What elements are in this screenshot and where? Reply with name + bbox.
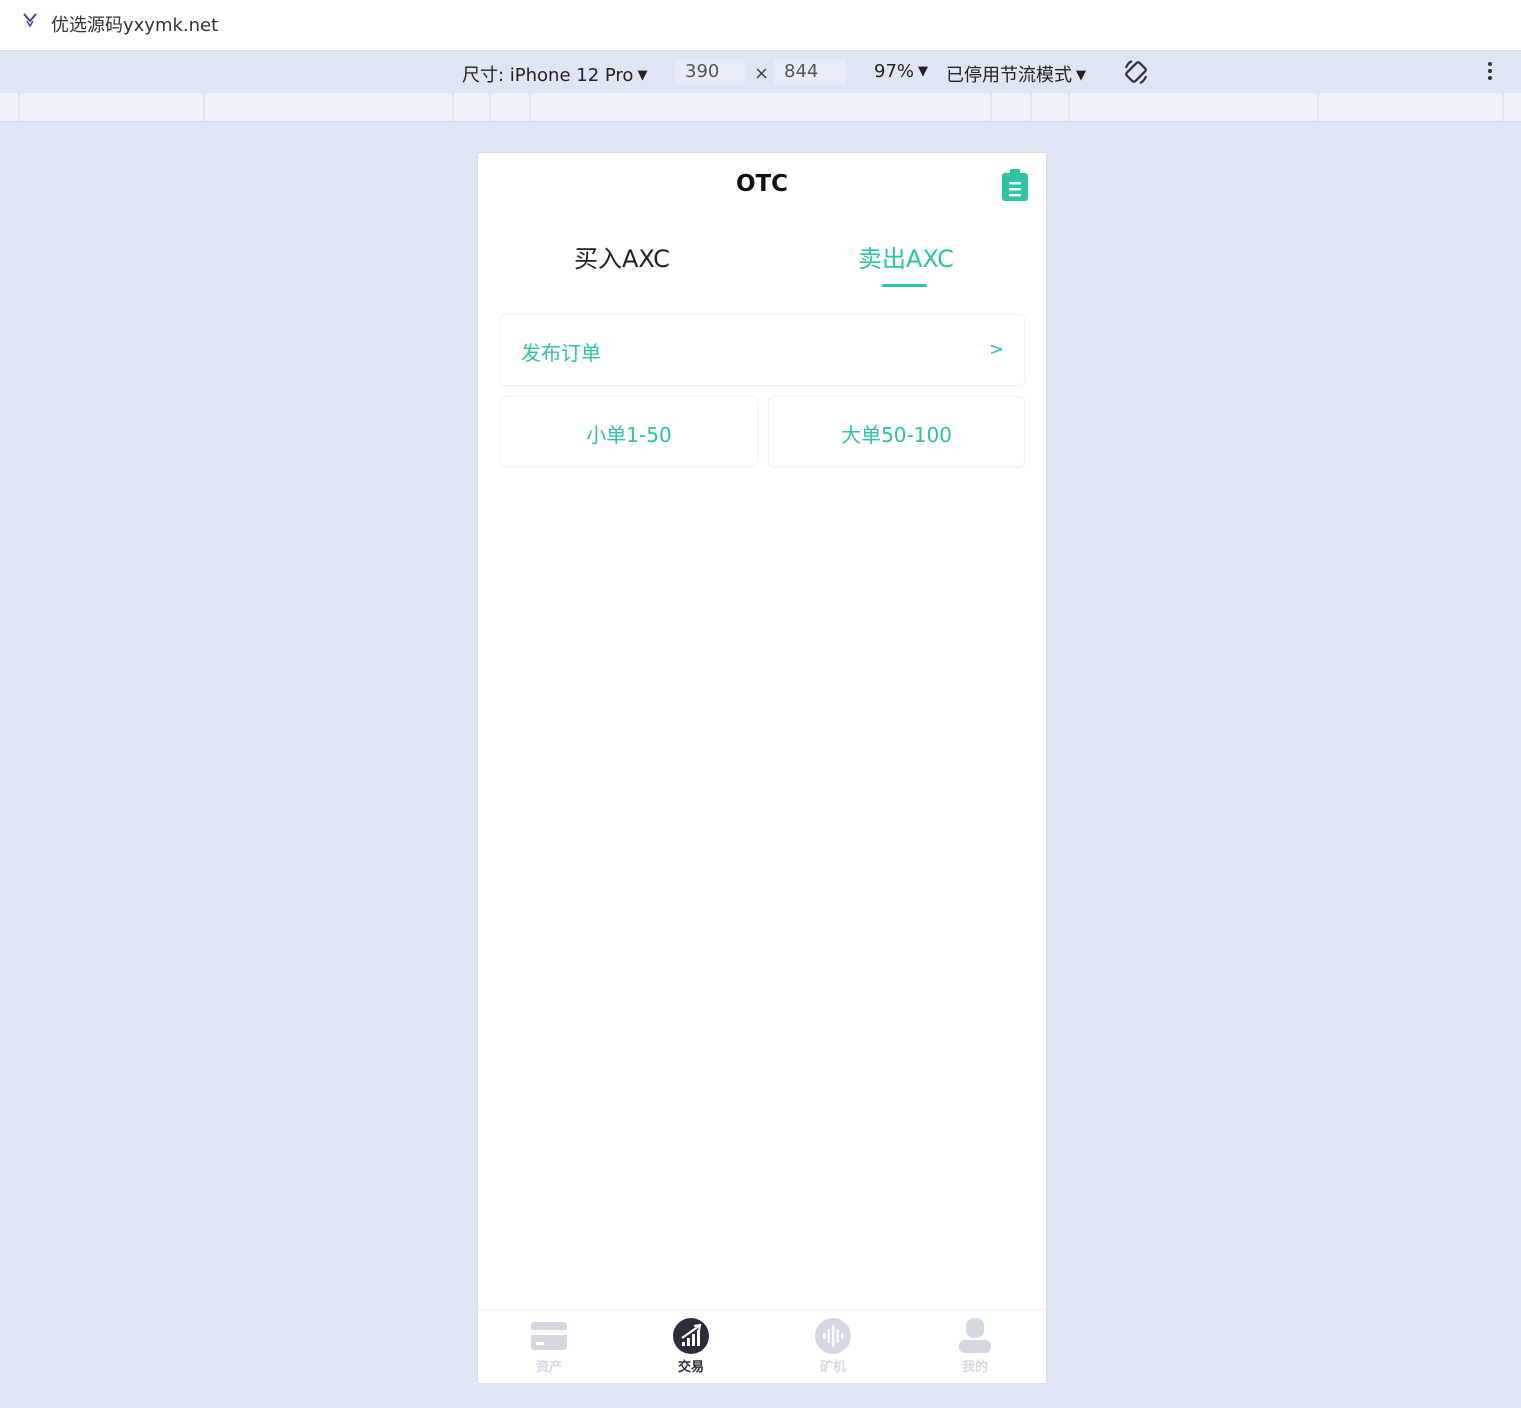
nav-miner[interactable]: 矿机 (762, 1310, 904, 1383)
nav-mine-label: 我的 (961, 1360, 988, 1375)
rotate-device-icon[interactable] (1122, 58, 1150, 86)
dimension-times-icon: × (754, 63, 770, 84)
throttling-caret-icon: ▼ (1076, 68, 1086, 83)
nav-assets[interactable]: 资产 (478, 1310, 620, 1383)
zoom-select[interactable]: 97% ▼ (874, 61, 928, 82)
small-order-button[interactable]: 小单1-50 (500, 396, 758, 467)
nav-mine[interactable]: 我的 (904, 1310, 1046, 1383)
more-options-icon[interactable] (1488, 62, 1496, 84)
throttling-value: 已停用节流模式 (946, 65, 1072, 86)
chevron-right-icon: > (988, 339, 1004, 360)
page-title: OTC (735, 171, 789, 197)
device-select[interactable]: 尺寸: iPhone 12 Pro ▼ (462, 61, 647, 87)
large-order-button[interactable]: 大单50-100 (768, 396, 1025, 467)
small-order-label: 小单1-50 (586, 423, 672, 447)
browser-tab-bar: 优选源码yxymk.net (0, 0, 1521, 51)
publish-order-label: 发布订单 (521, 341, 601, 365)
device-label: 尺寸: iPhone 12 Pro (462, 65, 634, 86)
devtools-device-toolbar: 尺寸: iPhone 12 Pro ▼ 390 × 844 97% ▼ 已停用节流模… (0, 51, 1521, 93)
viewport-height-input[interactable]: 844 (774, 59, 846, 85)
media-query-ruler (0, 93, 1521, 122)
site-favicon-icon (23, 13, 37, 28)
viewport-width-input[interactable]: 390 (675, 59, 745, 85)
tab-buy-axc[interactable]: 买入AXC (574, 239, 670, 274)
clipboard-icon[interactable] (1001, 169, 1029, 201)
publish-order-button[interactable]: 发布订单 > (500, 314, 1025, 386)
browser-tab-title[interactable]: 优选源码yxymk.net (51, 11, 218, 37)
nav-miner-label: 矿机 (819, 1360, 846, 1375)
large-order-label: 大单50-100 (841, 423, 952, 447)
zoom-caret-icon: ▼ (918, 64, 929, 79)
phone-viewport: OTC 买入AXC 卖出AXC 发布订单 > 小单1-50 大单50-100 资… (478, 153, 1046, 1383)
device-caret-icon: ▼ (637, 68, 648, 83)
throttling-select[interactable]: 已停用节流模式 ▼ (946, 61, 1086, 87)
bottom-nav: 资产 交易 矿机 我的 (478, 1309, 1046, 1383)
card-icon (531, 1322, 567, 1350)
nav-assets-label: 资产 (535, 1360, 562, 1375)
sound-wave-icon (815, 1318, 851, 1354)
tab-sell-axc[interactable]: 卖出AXC (858, 239, 954, 274)
trade-chart-icon (673, 1318, 709, 1354)
zoom-value: 97% (874, 61, 915, 82)
active-tab-indicator (882, 284, 927, 287)
user-icon (959, 1318, 991, 1353)
nav-trade[interactable]: 交易 (620, 1310, 762, 1383)
nav-trade-label: 交易 (677, 1360, 704, 1375)
